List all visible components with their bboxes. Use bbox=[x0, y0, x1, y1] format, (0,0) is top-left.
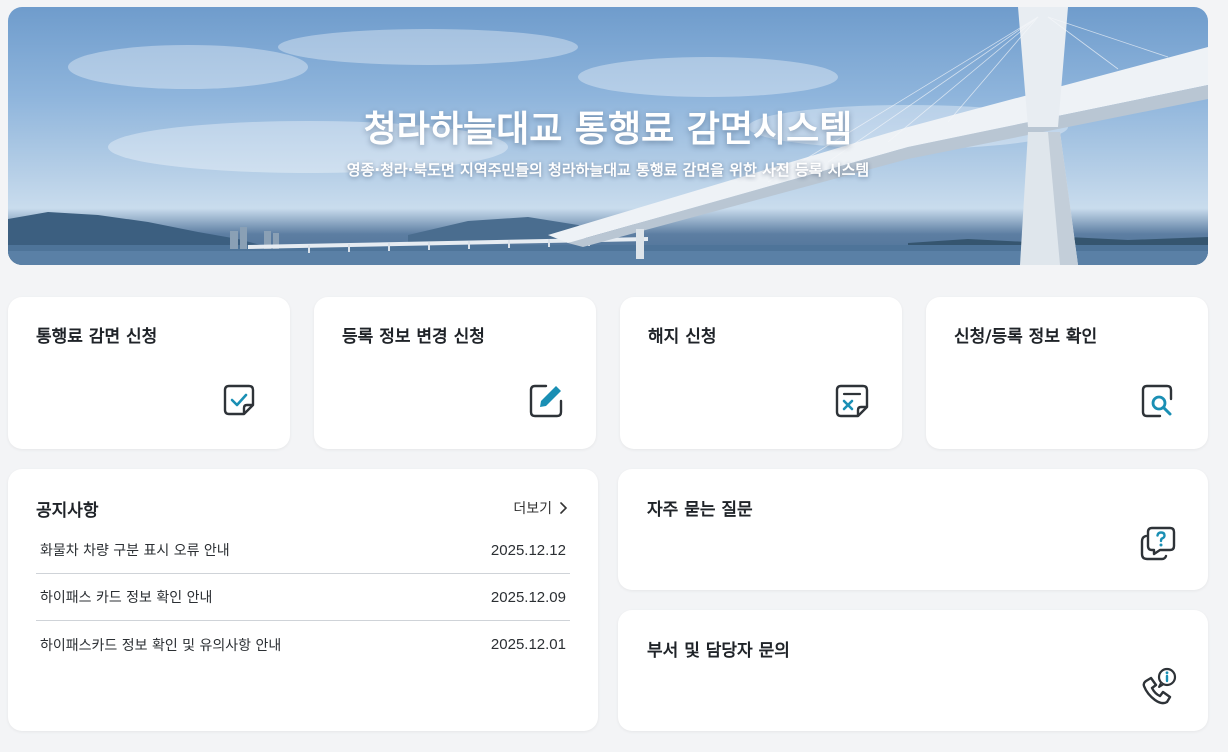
notice-panel: 공지사항 더보기 화물차 차량 구분 표시 오류 안내 2025.12.12 하… bbox=[8, 469, 598, 731]
hero-banner: 청라하늘대교 통행료 감면시스템 영종·청라·북도면 지역주민들의 청라하늘대교… bbox=[8, 7, 1208, 265]
chevron-right-icon bbox=[560, 502, 568, 514]
edit-pencil-icon bbox=[529, 384, 563, 418]
check-document-icon bbox=[223, 384, 255, 416]
notice-item-title: 화물차 차량 구분 표시 오류 안내 bbox=[40, 543, 230, 559]
question-bubble-icon bbox=[1140, 526, 1176, 561]
page-title: 청라하늘대교 통행료 감면시스템 bbox=[363, 109, 853, 150]
faq-card[interactable]: 자주 묻는 질문 bbox=[618, 469, 1208, 590]
contact-label: 부서 및 담당자 문의 bbox=[647, 641, 790, 661]
search-document-icon bbox=[1141, 384, 1173, 418]
notice-item-date: 2025.12.01 bbox=[490, 636, 566, 653]
notice-item-title: 하이패스카드 정보 확인 및 유의사항 안내 bbox=[40, 637, 282, 654]
menu-card-label: 등록 정보 변경 신청 bbox=[342, 327, 485, 347]
menu-card-lookup[interactable]: 신청/등록 정보 확인 bbox=[926, 297, 1208, 449]
list-item[interactable]: 하이패스카드 정보 확인 및 유의사항 안내 2025.12.01 bbox=[36, 621, 570, 668]
contact-card[interactable]: 부서 및 담당자 문의 bbox=[618, 610, 1208, 731]
menu-card-change[interactable]: 등록 정보 변경 신청 bbox=[314, 297, 596, 449]
menu-card-label: 신청/등록 정보 확인 bbox=[954, 327, 1098, 347]
menu-card-label: 해지 신청 bbox=[648, 327, 717, 347]
more-link[interactable]: 더보기 bbox=[513, 498, 568, 518]
cancel-document-icon bbox=[835, 384, 869, 418]
notice-item-title: 하이패스 카드 정보 확인 안내 bbox=[40, 590, 213, 606]
menu-card-apply[interactable]: 통행료 감면 신청 bbox=[8, 297, 290, 449]
notice-title: 공지사항 bbox=[36, 501, 99, 521]
menu-card-label: 통행료 감면 신청 bbox=[36, 327, 158, 347]
more-label: 더보기 bbox=[513, 501, 552, 517]
faq-label: 자주 묻는 질문 bbox=[647, 500, 753, 520]
notice-item-date: 2025.12.12 bbox=[490, 541, 566, 559]
notice-item-date: 2025.12.09 bbox=[490, 588, 566, 606]
menu-card-cancel[interactable]: 해지 신청 bbox=[620, 297, 902, 449]
list-item[interactable]: 화물차 차량 구분 표시 오류 안내 2025.12.12 bbox=[36, 527, 570, 574]
list-item[interactable]: 하이패스 카드 정보 확인 안내 2025.12.09 bbox=[36, 574, 570, 621]
phone-info-icon bbox=[1142, 667, 1177, 705]
page-subtitle: 영종·청라·북도면 지역주민들의 청라하늘대교 통행료 감면을 위한 사전 등록… bbox=[346, 161, 870, 179]
notice-list: 화물차 차량 구분 표시 오류 안내 2025.12.12 하이패스 카드 정보… bbox=[36, 527, 570, 668]
